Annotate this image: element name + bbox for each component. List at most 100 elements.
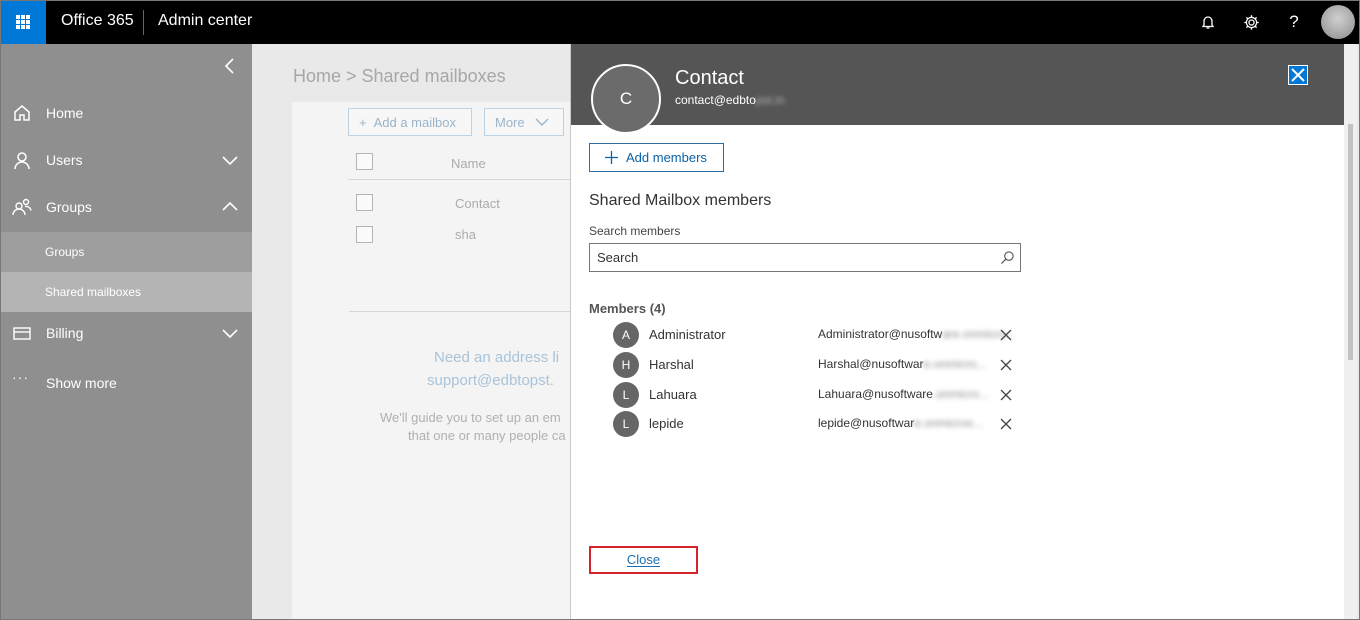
member-email-text: lepide@nusoftwar bbox=[818, 416, 915, 430]
sidebar-item-label: Show more bbox=[46, 375, 117, 391]
member-avatar: A bbox=[613, 322, 639, 348]
home-icon bbox=[14, 105, 30, 121]
chevron-up-icon bbox=[222, 201, 238, 211]
sidebar-item-billing[interactable]: Billing bbox=[0, 311, 252, 355]
app-launcher-button[interactable] bbox=[0, 0, 46, 44]
settings-button[interactable] bbox=[1240, 11, 1262, 33]
member-row: L lepide lepide@nusoftware.onmicros... bbox=[613, 411, 1013, 437]
mailbox-details-panel: Contact contact@edbtopst.in C Add member… bbox=[570, 44, 1357, 620]
member-avatar: L bbox=[613, 411, 639, 437]
gear-icon bbox=[1243, 14, 1259, 30]
member-email-text: Lahuara@nusoftware bbox=[818, 387, 933, 401]
member-email: lepide@nusoftware.onmicros... bbox=[818, 416, 983, 430]
plus-icon bbox=[605, 151, 618, 164]
more-icon: ··· bbox=[12, 369, 29, 385]
sidebar-item-groups[interactable]: Groups bbox=[0, 185, 252, 229]
search-members-input[interactable] bbox=[590, 244, 995, 271]
table-row[interactable]: sha bbox=[455, 227, 476, 242]
bell-icon bbox=[1201, 16, 1215, 29]
search-icon[interactable] bbox=[1000, 250, 1015, 265]
table-row[interactable]: Contact bbox=[455, 196, 500, 211]
member-avatar: H bbox=[613, 352, 639, 378]
remove-member-icon[interactable] bbox=[999, 417, 1013, 431]
chevron-down-icon bbox=[222, 156, 238, 166]
chevron-down-icon bbox=[535, 118, 549, 126]
empty-state-text: that one or many people ca bbox=[408, 428, 566, 443]
scrollbar-thumb[interactable] bbox=[1348, 124, 1353, 360]
panel-scrollbar[interactable] bbox=[1344, 44, 1357, 620]
search-members-box bbox=[589, 243, 1021, 272]
row-checkbox[interactable] bbox=[356, 194, 373, 211]
member-row: H Harshal Harshal@nusoftware.onmicro... bbox=[613, 352, 1013, 378]
groups-icon bbox=[12, 198, 32, 216]
remove-member-icon[interactable] bbox=[999, 328, 1013, 342]
waffle-icon bbox=[16, 15, 30, 29]
member-email-redacted: .onmicro... bbox=[932, 387, 989, 401]
empty-state-text: We'll guide you to set up an em bbox=[380, 410, 561, 425]
empty-state-link[interactable]: support@edbtopst. bbox=[427, 372, 554, 389]
billing-icon bbox=[13, 327, 31, 340]
add-mailbox-button[interactable]: + Add a mailbox bbox=[348, 108, 472, 136]
member-email-redacted: e.onmicros... bbox=[914, 416, 983, 430]
sidebar-item-home[interactable]: Home bbox=[0, 91, 252, 135]
close-icon bbox=[1291, 68, 1305, 82]
add-mailbox-label: Add a mailbox bbox=[373, 114, 456, 130]
collapse-nav-chevron-icon[interactable] bbox=[220, 56, 240, 76]
help-icon: ? bbox=[1289, 12, 1299, 31]
sidebar-subitem-shared-mailboxes[interactable]: Shared mailboxes bbox=[0, 272, 252, 312]
remove-member-icon[interactable] bbox=[999, 388, 1013, 402]
member-email: Administrator@nusoftware.onmicro... bbox=[818, 327, 1016, 341]
add-members-button[interactable]: Add members bbox=[589, 143, 724, 172]
member-email: Lahuara@nusoftware.onmicro... bbox=[818, 387, 989, 401]
more-dropdown-button[interactable]: More bbox=[484, 108, 564, 136]
search-label: Search members bbox=[589, 224, 681, 238]
panel-header: Contact contact@edbtopst.in bbox=[571, 44, 1344, 125]
member-email: Harshal@nusoftware.onmicro... bbox=[818, 357, 986, 371]
empty-state-title: Need an address li bbox=[434, 349, 560, 366]
row-checkbox[interactable] bbox=[356, 226, 373, 243]
sidebar-item-label: Groups bbox=[46, 199, 92, 215]
mailbox-list-card: + Add a mailbox More Name Contact sha Ne… bbox=[292, 102, 612, 620]
breadcrumb[interactable]: Home > Shared mailboxes bbox=[293, 66, 506, 87]
panel-close-button[interactable] bbox=[1288, 65, 1308, 85]
notifications-button[interactable] bbox=[1197, 11, 1219, 33]
member-email-text: Harshal@nusoftwar bbox=[818, 357, 924, 371]
close-button-label: Close bbox=[626, 552, 661, 567]
member-name: Harshal bbox=[649, 357, 694, 372]
member-avatar: L bbox=[613, 382, 639, 408]
help-button[interactable]: ? bbox=[1283, 11, 1305, 33]
sidebar-nav: Home Users Groups Groups Shared mailboxe… bbox=[0, 44, 252, 620]
sidebar-subitem-groups[interactable]: Groups bbox=[0, 232, 252, 272]
members-heading: Members (4) bbox=[589, 301, 666, 316]
sidebar-subitem-label: Shared mailboxes bbox=[45, 285, 142, 299]
office-brand-link[interactable]: Office 365 bbox=[61, 12, 134, 30]
chevron-down-icon bbox=[222, 329, 238, 339]
plus-icon: + bbox=[359, 114, 367, 130]
column-header-name[interactable]: Name bbox=[451, 156, 486, 171]
panel-email-redacted: pst.in bbox=[755, 93, 785, 107]
member-name: Lahuara bbox=[649, 387, 697, 402]
user-avatar[interactable] bbox=[1321, 5, 1355, 39]
member-name: lepide bbox=[649, 416, 684, 431]
select-all-checkbox[interactable] bbox=[356, 153, 373, 170]
member-email-text: Administrator@nusoftw bbox=[818, 327, 943, 341]
close-button[interactable]: Close bbox=[589, 546, 698, 574]
sidebar-item-show-more[interactable]: ··· Show more bbox=[0, 361, 252, 405]
sidebar-item-label: Users bbox=[46, 152, 83, 168]
sidebar-item-label: Billing bbox=[46, 325, 84, 341]
add-members-label: Add members bbox=[626, 150, 707, 165]
sidebar-subitem-label: Groups bbox=[45, 245, 85, 259]
remove-member-icon[interactable] bbox=[999, 358, 1013, 372]
brand-divider bbox=[143, 10, 144, 35]
panel-email: contact@edbtopst.in bbox=[675, 93, 785, 107]
member-row: L Lahuara Lahuara@nusoftware.onmicro... bbox=[613, 382, 1013, 408]
sidebar-item-label: Home bbox=[46, 105, 84, 121]
mailbox-avatar: C bbox=[591, 64, 661, 134]
more-label: More bbox=[495, 114, 525, 130]
panel-email-text: contact@edbto bbox=[675, 93, 756, 107]
member-row: A Administrator Administrator@nusoftware… bbox=[613, 322, 1016, 348]
member-name: Administrator bbox=[649, 327, 726, 342]
sidebar-item-users[interactable]: Users bbox=[0, 138, 252, 182]
section-title: Shared Mailbox members bbox=[589, 192, 772, 209]
users-icon bbox=[14, 152, 30, 170]
